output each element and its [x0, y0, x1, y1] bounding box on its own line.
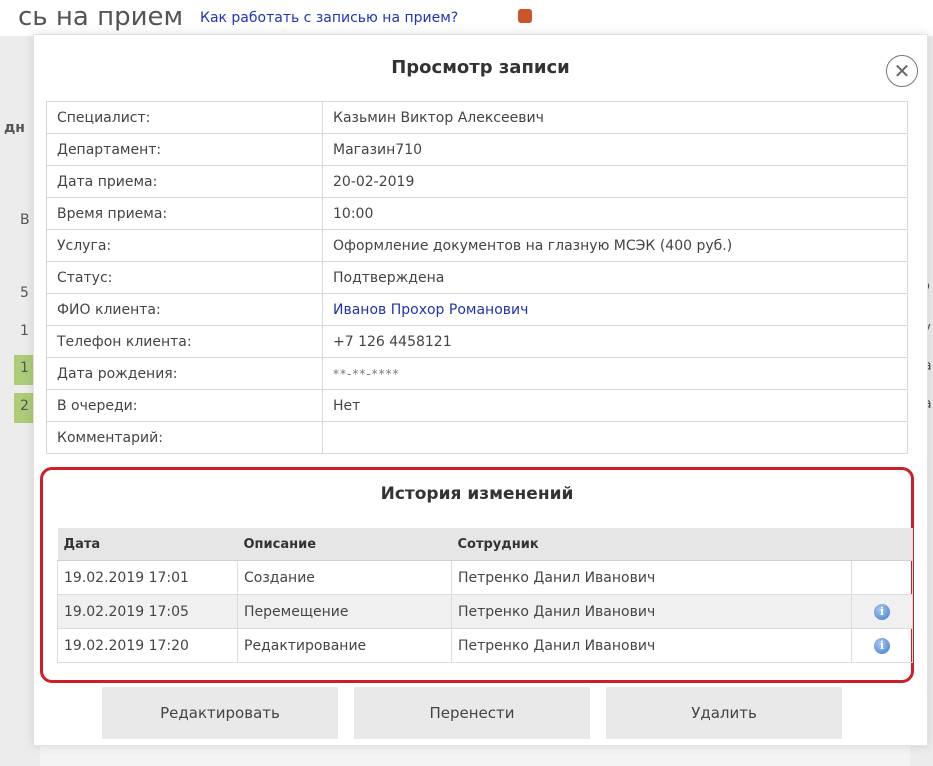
- appointment-details-table: Специалист: Казьмин Виктор Алексеевич Де…: [46, 101, 908, 454]
- details-row: Комментарий:: [46, 421, 908, 454]
- details-row: Дата приема: 20-02-2019: [46, 165, 908, 198]
- details-label: Дата рождения:: [46, 357, 323, 390]
- table-row: 19.02.2019 17:20 Редактирование Петренко…: [57, 628, 913, 663]
- column-header: Сотрудник: [451, 528, 852, 561]
- details-value: +7 126 4458121: [322, 325, 908, 358]
- history-employee: Петренко Данил Иванович: [451, 628, 852, 663]
- details-label: Статус:: [46, 261, 323, 294]
- history-table: Дата Описание Сотрудник 19.02.2019 17:01…: [57, 528, 913, 663]
- background-fragment: дн: [4, 120, 25, 136]
- details-value: 10:00: [322, 197, 908, 230]
- appointment-view-dialog: Просмотр записи ✕ Специалист: Казьмин Ви…: [33, 34, 928, 746]
- info-icon[interactable]: i: [874, 638, 890, 654]
- background-fragment: 1: [20, 323, 29, 339]
- close-icon[interactable]: ✕: [886, 55, 918, 87]
- details-label: Специалист:: [46, 101, 323, 134]
- background-fragment: 1: [20, 360, 29, 376]
- details-row: Департамент: Магазин710: [46, 133, 908, 166]
- background-fragment: 5: [20, 285, 29, 301]
- details-value: Нет: [322, 389, 908, 422]
- details-row: Статус: Подтверждена: [46, 261, 908, 294]
- help-icon: [518, 9, 532, 23]
- column-header: Описание: [237, 528, 452, 561]
- history-info-cell: [851, 560, 913, 595]
- details-value: Подтверждена: [322, 261, 908, 294]
- details-label: В очереди:: [46, 389, 323, 422]
- history-header-row: Дата Описание Сотрудник: [57, 528, 913, 561]
- background-help-link[interactable]: Как работать с записью на прием?: [200, 10, 458, 26]
- history-description: Перемещение: [237, 594, 452, 629]
- background-page-title: сь на прием: [18, 2, 184, 32]
- history-date: 19.02.2019 17:20: [57, 628, 238, 663]
- delete-button[interactable]: Удалить: [606, 687, 842, 739]
- details-label: Время приема:: [46, 197, 323, 230]
- details-value-cell: **-**-****: [322, 357, 908, 390]
- details-value-cell: Иванов Прохор Романович: [322, 293, 908, 326]
- details-value: Магазин710: [322, 133, 908, 166]
- details-value: 20-02-2019: [322, 165, 908, 198]
- history-info-cell: i: [851, 628, 913, 663]
- details-label: Департамент:: [46, 133, 323, 166]
- history-date: 19.02.2019 17:05: [57, 594, 238, 629]
- details-label: Дата приема:: [46, 165, 323, 198]
- details-row: В очереди: Нет: [46, 389, 908, 422]
- column-header: Дата: [57, 528, 238, 561]
- history-info-cell: i: [851, 594, 913, 629]
- details-value: Оформление документов на глазную МСЭК (4…: [322, 229, 908, 262]
- details-label: Телефон клиента:: [46, 325, 323, 358]
- info-icon[interactable]: i: [874, 604, 890, 620]
- details-value: Казьмин Виктор Алексеевич: [322, 101, 908, 134]
- change-history-section: История изменений Дата Описание Сотрудни…: [40, 467, 914, 683]
- details-label: ФИО клиента:: [46, 293, 323, 326]
- background-fragment: В: [20, 212, 30, 228]
- details-row: ФИО клиента: Иванов Прохор Романович: [46, 293, 908, 326]
- column-header: [851, 528, 913, 561]
- history-description: Создание: [237, 560, 452, 595]
- dialog-title: Просмотр записи: [391, 57, 570, 78]
- details-row: Телефон клиента: +7 126 4458121: [46, 325, 908, 358]
- history-date: 19.02.2019 17:01: [57, 560, 238, 595]
- client-name-link[interactable]: Иванов Прохор Романович: [333, 302, 528, 318]
- history-description: Редактирование: [237, 628, 452, 663]
- details-label: Услуга:: [46, 229, 323, 262]
- details-row: Услуга: Оформление документов на глазную…: [46, 229, 908, 262]
- details-row: Время приема: 10:00: [46, 197, 908, 230]
- history-employee: Петренко Данил Иванович: [451, 560, 852, 595]
- background-header: сь на прием Как работать с записью на пр…: [0, 0, 933, 36]
- details-label: Комментарий:: [46, 421, 323, 454]
- table-row: 19.02.2019 17:01 Создание Петренко Данил…: [57, 560, 913, 595]
- history-title: История изменений: [380, 484, 574, 504]
- edit-button[interactable]: Редактировать: [102, 687, 338, 739]
- details-value: [322, 421, 908, 454]
- details-row: Специалист: Казьмин Виктор Алексеевич: [46, 101, 908, 134]
- masked-birthdate: **-**-****: [333, 366, 400, 381]
- table-row: 19.02.2019 17:05 Перемещение Петренко Да…: [57, 594, 913, 629]
- move-button[interactable]: Перенести: [354, 687, 590, 739]
- history-employee: Петренко Данил Иванович: [451, 594, 852, 629]
- details-row: Дата рождения: **-**-****: [46, 357, 908, 390]
- background-fragment: 2: [20, 398, 29, 414]
